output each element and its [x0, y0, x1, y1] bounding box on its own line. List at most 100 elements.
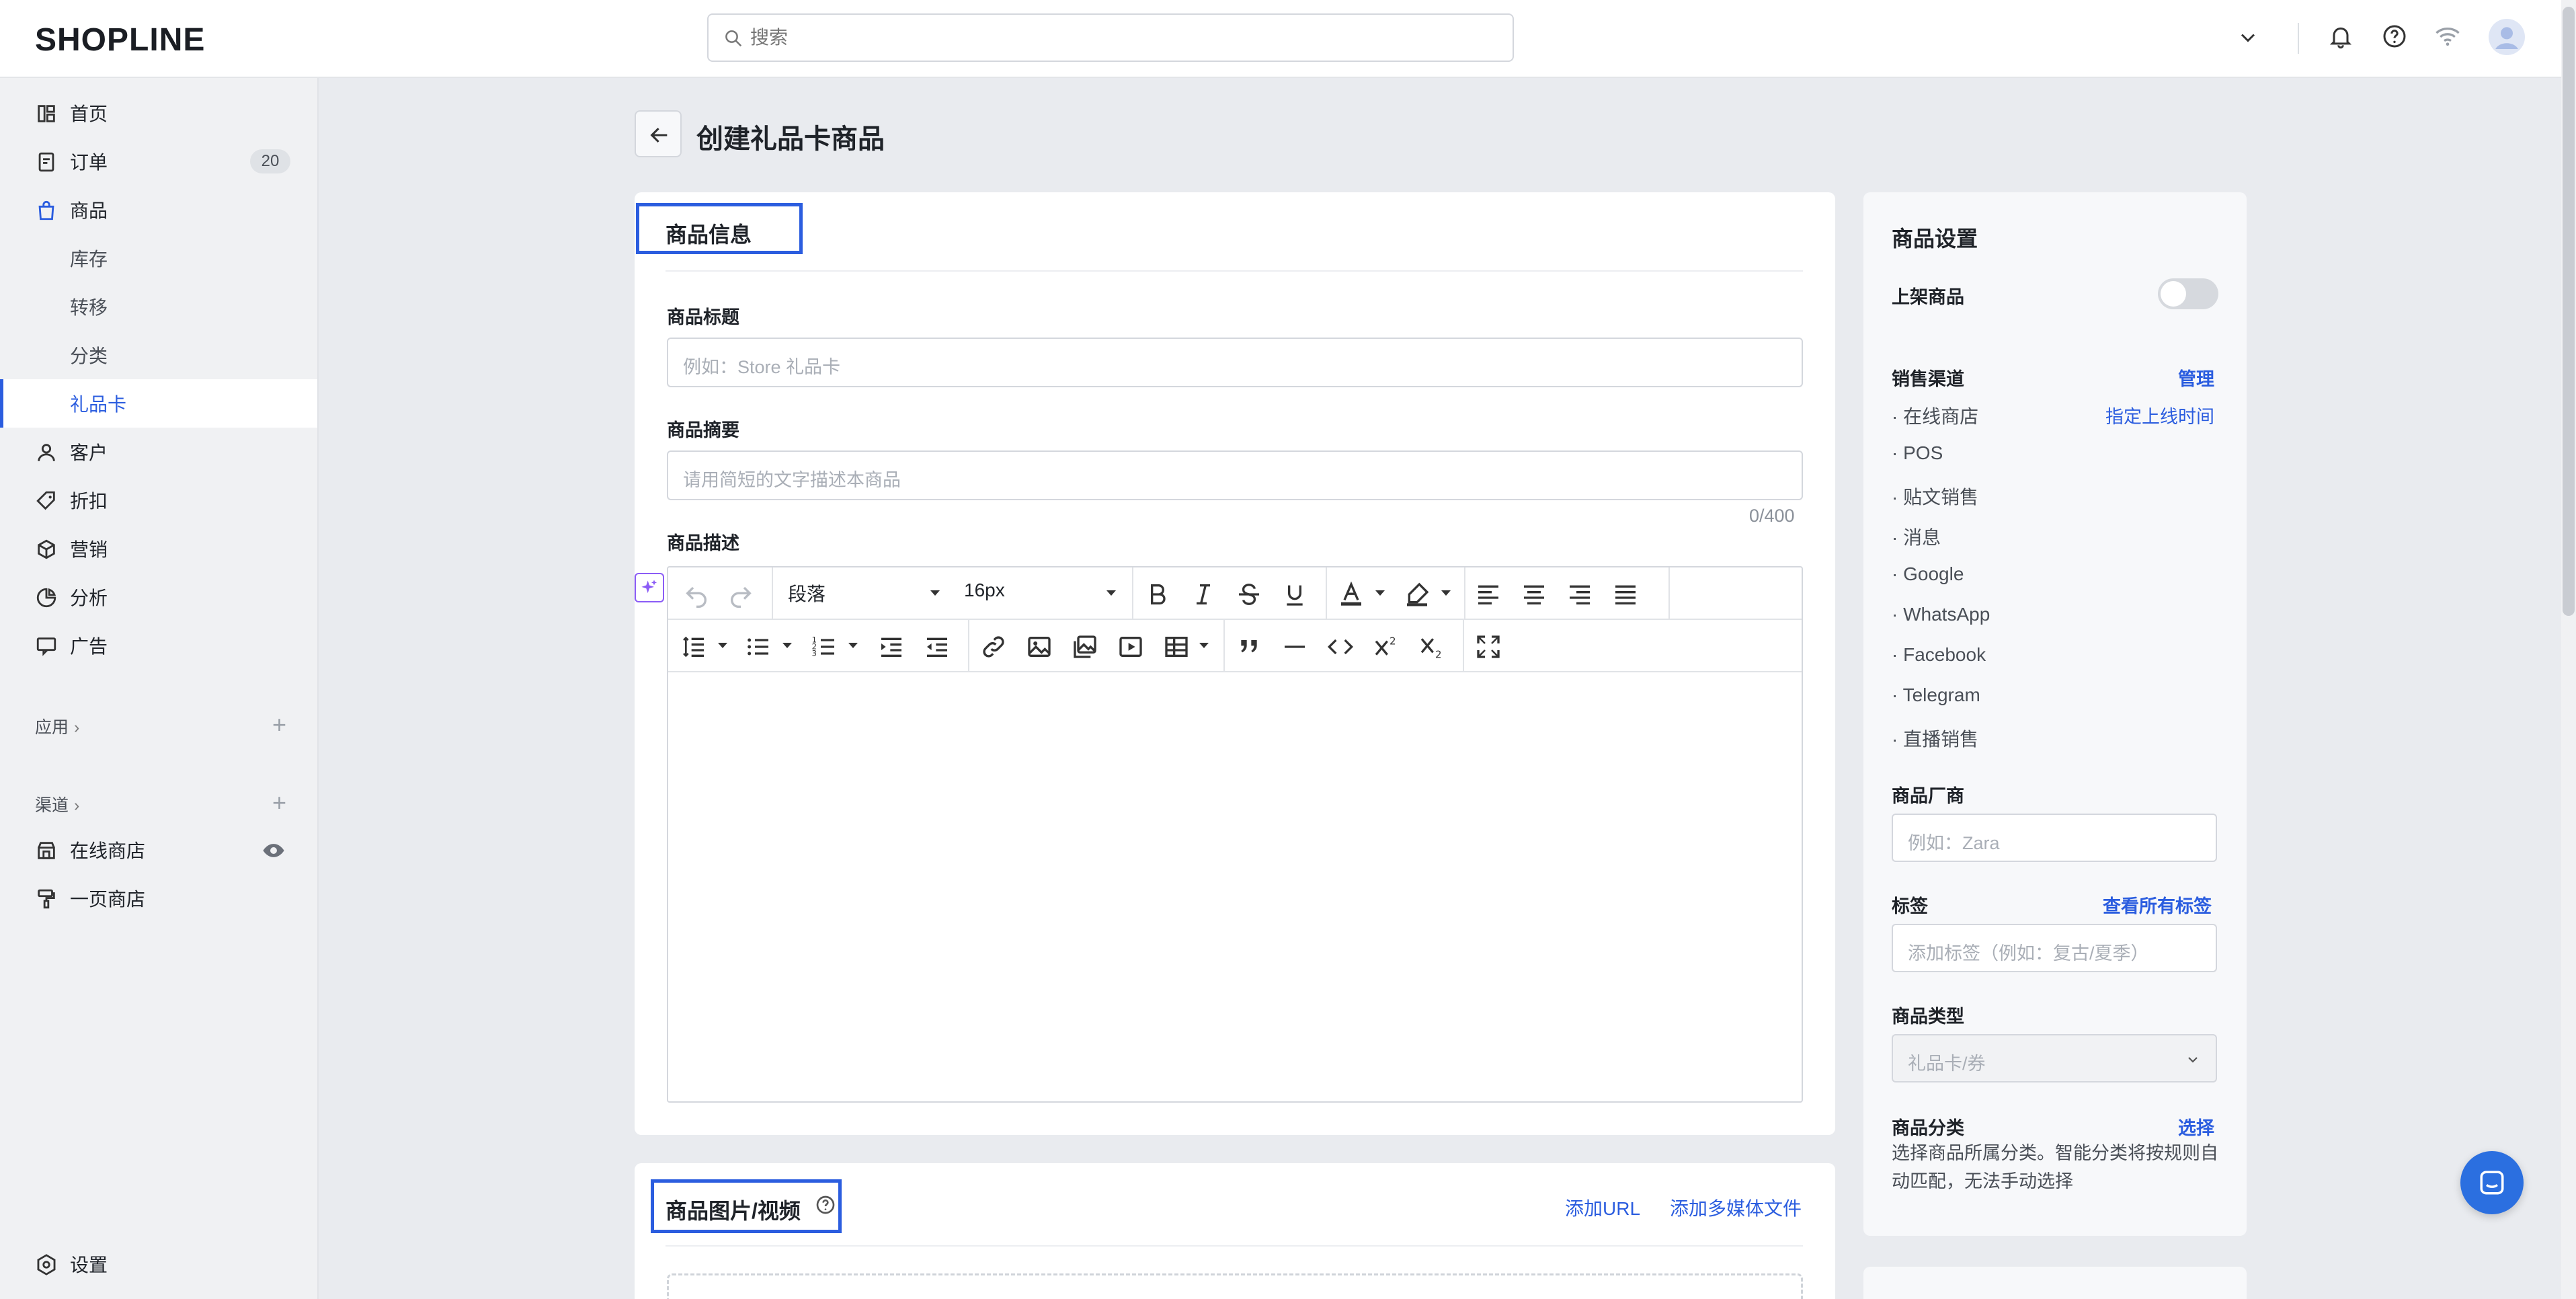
caret-down-icon[interactable]	[1199, 643, 1209, 648]
sidebar-item-settings[interactable]: 设置	[0, 1240, 317, 1288]
gallery-icon[interactable]	[1072, 633, 1098, 660]
add-channel-button[interactable]: +	[272, 791, 286, 815]
fullscreen-icon[interactable]	[1475, 633, 1502, 660]
scrollbar-thumb[interactable]	[2563, 7, 2575, 616]
divider	[1464, 567, 1465, 620]
channels-section-header[interactable]: 渠道 ›	[35, 792, 79, 816]
search-input[interactable]	[750, 22, 1490, 54]
sidebar-item-ads[interactable]: 广告	[0, 621, 317, 670]
summary-char-counter: 0/400	[1749, 506, 1795, 526]
divider	[1326, 567, 1327, 620]
caret-down-icon[interactable]	[1375, 590, 1385, 596]
paragraph-format-select[interactable]: 段落	[788, 580, 826, 606]
channel-name: 直播销售	[1903, 729, 1979, 750]
sidebar-item-products[interactable]: 商品	[0, 186, 317, 234]
rich-text-editor[interactable]: 段落 16px 123 2 2	[667, 566, 1803, 1103]
vendor-input[interactable]: 例如：Zara	[1892, 814, 2217, 862]
caret-down-icon[interactable]	[1441, 590, 1451, 596]
order-count-badge: 20	[250, 149, 290, 173]
bold-icon[interactable]	[1144, 581, 1171, 608]
product-summary-input[interactable]: 请用简短的文字描述本商品	[667, 450, 1803, 500]
add-app-button[interactable]: +	[272, 713, 286, 737]
caret-down-icon[interactable]	[848, 643, 858, 648]
divider	[1223, 620, 1225, 672]
align-right-icon[interactable]	[1566, 581, 1593, 608]
global-search[interactable]	[707, 13, 1514, 62]
sidebar-item-online-store[interactable]: 在线商店	[0, 826, 317, 874]
analytics-icon	[36, 588, 56, 608]
help-icon[interactable]	[815, 1194, 836, 1216]
publish-label: 上架商品	[1892, 287, 1964, 307]
indent-increase-icon[interactable]	[878, 633, 905, 660]
product-type-select[interactable]: 礼品卡/券	[1892, 1034, 2217, 1082]
tags-input[interactable]: 添加标签（例如：复古/夏季）	[1892, 924, 2217, 972]
sidebar-item-marketing[interactable]: 营销	[0, 524, 317, 573]
redo-icon[interactable]	[727, 581, 754, 608]
caret-down-icon[interactable]	[782, 643, 792, 648]
sidebar-item-orders[interactable]: 订单 20	[0, 137, 317, 186]
sidebar-item-one-page-store[interactable]: 一页商店	[0, 874, 317, 922]
table-icon[interactable]	[1163, 633, 1190, 660]
bell-icon[interactable]	[2327, 23, 2354, 50]
video-icon[interactable]	[1117, 633, 1144, 660]
eye-icon[interactable]	[262, 839, 285, 862]
link-icon[interactable]	[980, 633, 1007, 660]
quote-icon[interactable]	[1236, 633, 1262, 660]
sidebar-item-gift-cards[interactable]: 礼品卡	[0, 379, 317, 428]
vendor-label: 商品厂商	[1892, 786, 1964, 806]
sidebar-item-transfers[interactable]: 转移	[0, 282, 317, 331]
horizontal-rule-icon[interactable]	[1281, 633, 1308, 660]
highlight-icon[interactable]	[1404, 581, 1431, 608]
superscript-icon[interactable]: 2	[1373, 633, 1400, 660]
editor-content-area[interactable]	[668, 674, 1802, 1101]
indent-decrease-icon[interactable]	[924, 633, 951, 660]
sidebar-item-home[interactable]: 首页	[0, 89, 317, 137]
line-height-icon[interactable]	[680, 633, 707, 660]
apps-section-header[interactable]: 应用 ›	[35, 714, 79, 738]
align-left-icon[interactable]	[1475, 581, 1502, 608]
chat-support-button[interactable]	[2460, 1151, 2524, 1214]
help-icon[interactable]	[2381, 23, 2408, 50]
search-icon	[725, 30, 742, 47]
subscript-icon[interactable]: 2	[1418, 633, 1445, 660]
italic-icon[interactable]	[1190, 581, 1217, 608]
wifi-icon[interactable]	[2433, 23, 2462, 50]
code-icon[interactable]	[1327, 633, 1354, 660]
user-icon	[38, 444, 55, 461]
manage-channels-link[interactable]: 管理	[2178, 364, 2214, 391]
add-url-link[interactable]: 添加URL	[1565, 1194, 1640, 1221]
font-color-icon[interactable]	[1338, 581, 1365, 608]
undo-icon[interactable]	[683, 581, 710, 608]
schedule-publish-link[interactable]: 指定上线时间	[2105, 402, 2214, 428]
avatar[interactable]	[2489, 19, 2525, 55]
chevron-down-icon[interactable]	[2236, 26, 2260, 50]
strikethrough-icon[interactable]	[1236, 581, 1262, 608]
align-justify-icon[interactable]	[1612, 581, 1639, 608]
bullet-list-icon[interactable]	[745, 633, 772, 660]
shopline-logo[interactable]: SHOPLINE	[35, 22, 205, 58]
select-category-link[interactable]: 选择	[2178, 1113, 2214, 1140]
sidebar-item-inventory[interactable]: 库存	[0, 234, 317, 282]
numbered-list-icon[interactable]: 123	[811, 633, 838, 660]
product-title-input[interactable]: 例如：Store 礼品卡	[667, 338, 1803, 387]
sidebar-item-analytics[interactable]: 分析	[0, 573, 317, 621]
add-media-link[interactable]: 添加多媒体文件	[1670, 1194, 1802, 1221]
caret-down-icon[interactable]	[718, 643, 727, 648]
publish-toggle[interactable]	[2158, 278, 2218, 309]
chevron-down-icon	[2188, 1057, 2198, 1063]
sidebar-item-label: 一页商店	[70, 889, 146, 910]
image-icon[interactable]	[1026, 633, 1053, 660]
underline-icon[interactable]	[1281, 581, 1308, 608]
media-dropzone[interactable]	[667, 1273, 1803, 1299]
back-button[interactable]	[635, 110, 682, 157]
sidebar-item-label: 客户	[70, 442, 108, 463]
product-title-placeholder: 例如：Store 礼品卡	[683, 357, 841, 377]
view-all-tags-link[interactable]: 查看所有标签	[2103, 892, 2212, 918]
sidebar-item-categories[interactable]: 分类	[0, 331, 317, 379]
sidebar-item-customers[interactable]: 客户	[0, 428, 317, 476]
sidebar-item-discounts[interactable]: 折扣	[0, 476, 317, 524]
sidebar-item-label: 分类	[70, 346, 108, 366]
font-size-select[interactable]: 16px	[964, 580, 1005, 601]
align-center-icon[interactable]	[1521, 581, 1547, 608]
ai-assistant-button[interactable]	[635, 573, 664, 602]
